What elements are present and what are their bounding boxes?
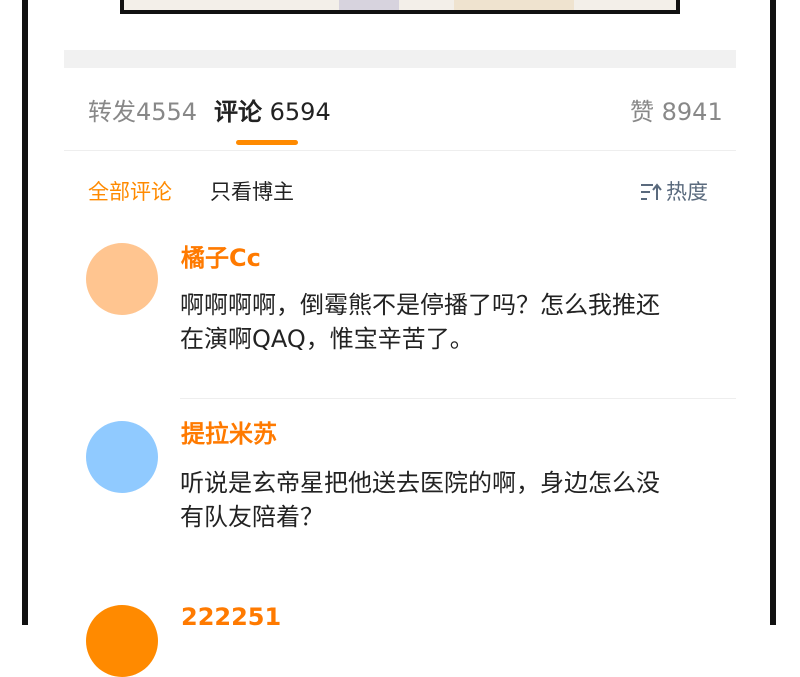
frame-left-border	[22, 0, 28, 625]
comic-art-fragment	[454, 0, 574, 10]
active-tab-indicator	[236, 140, 298, 145]
tab-likes-label: 赞	[630, 98, 654, 126]
section-divider	[64, 50, 736, 68]
avatar[interactable]	[86, 421, 158, 493]
filter-all-comments[interactable]: 全部评论	[88, 177, 172, 207]
avatar[interactable]	[86, 605, 158, 677]
sort-icon	[641, 183, 662, 200]
tab-comments[interactable]: 评论 6594	[214, 96, 331, 128]
comment-username[interactable]: 222251	[181, 601, 281, 633]
avatar[interactable]	[86, 243, 158, 315]
tab-likes[interactable]: 赞 8941	[630, 96, 723, 128]
filter-blogger-only[interactable]: 只看博主	[210, 177, 294, 207]
comment-divider	[180, 398, 736, 399]
tab-forward[interactable]: 转发4554	[88, 96, 197, 128]
sort-by-popularity-button[interactable]: 热度	[640, 177, 708, 207]
tab-comments-count: 6594	[269, 98, 331, 126]
comic-art-fragment	[339, 0, 399, 10]
tab-forward-count: 4554	[136, 98, 198, 126]
tab-likes-count: 8941	[661, 98, 723, 126]
tab-comments-label: 评论	[214, 98, 262, 126]
sort-label: 热度	[666, 180, 708, 204]
comment-username[interactable]: 橘子Cc	[181, 242, 261, 274]
comment-text: 啊啊啊啊，倒霉熊不是停播了吗？怎么我推还在演啊QAQ，惟宝辛苦了。	[180, 291, 660, 353]
comic-panel-image	[120, 0, 680, 14]
tab-divider	[64, 150, 736, 151]
frame-right-border	[770, 0, 776, 625]
comment-username[interactable]: 提拉米苏	[181, 418, 277, 450]
comment-text: 听说是玄帝星把他送去医院的啊，身边怎么没有队友陪着？	[180, 469, 660, 531]
tab-forward-label: 转发	[88, 98, 136, 126]
